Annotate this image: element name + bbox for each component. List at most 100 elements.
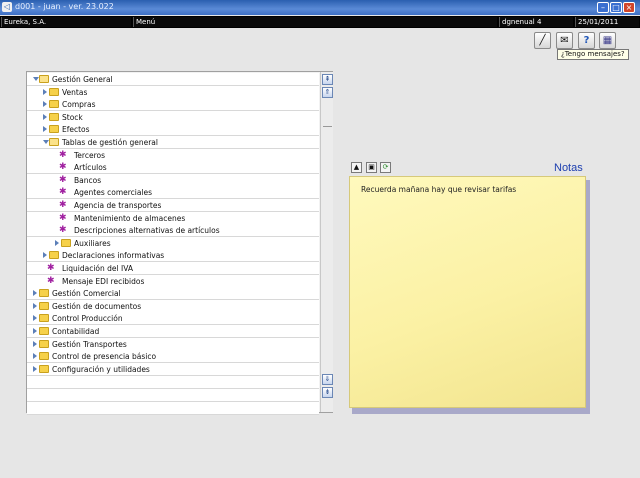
messages-tooltip: ¿Tengo mensajes? xyxy=(557,49,629,60)
navigation-tree: Gestión General Ventas Compras Stock Efectos… xyxy=(26,71,333,415)
tree-item[interactable]: Gestión de documentos xyxy=(27,299,319,313)
tree-item-label: Control Producción xyxy=(52,314,123,324)
note-save-icon[interactable]: ▣ xyxy=(366,162,377,173)
window-title: d001 - juan - ver. 23.022 xyxy=(15,2,114,11)
tree-item[interactable]: ✱ Agencia de transportes xyxy=(27,199,319,212)
expand-arrow-icon[interactable] xyxy=(55,239,59,246)
folder-icon xyxy=(39,327,49,335)
menu-option-icon: ✱ xyxy=(59,200,67,210)
folder-icon xyxy=(49,87,59,96)
expand-arrow-icon[interactable] xyxy=(33,315,37,322)
tree-item-label: Terceros xyxy=(74,150,105,160)
folder-icon xyxy=(49,251,59,260)
tree-item[interactable]: Gestión General xyxy=(27,73,319,86)
tree-item[interactable]: Efectos xyxy=(27,123,319,137)
menu-option-icon: ✱ xyxy=(59,174,67,185)
tree-item[interactable]: ✱ Mantenimiento de almacenes xyxy=(27,211,319,225)
expand-arrow-icon[interactable] xyxy=(33,365,37,372)
maximize-button[interactable]: □ xyxy=(610,2,622,13)
tree-item[interactable]: ✱ Agentes comerciales xyxy=(27,186,319,200)
tree-item-label: Configuración y utilidades xyxy=(52,364,150,374)
menu-option-icon: ✱ xyxy=(59,225,67,236)
folder-icon xyxy=(49,100,59,109)
note-refresh-icon[interactable]: ⟳ xyxy=(380,162,391,173)
menu-label[interactable]: Menú xyxy=(133,17,497,27)
tree-item-label: Auxiliares xyxy=(74,238,111,248)
tree-item-label: Artículos xyxy=(74,163,107,173)
expand-arrow-icon[interactable] xyxy=(43,101,47,108)
tree-item-label: Descripciones alternativas de artículos xyxy=(74,226,220,236)
folder-icon xyxy=(39,301,49,310)
tree-item[interactable]: Control Producción xyxy=(27,312,319,326)
window-title-bar: ◁ d001 - juan - ver. 23.022 – □ × xyxy=(0,0,640,15)
expand-arrow-icon[interactable] xyxy=(33,290,37,297)
tree-item[interactable]: ✱ Descripciones alternativas de artículos xyxy=(27,224,319,238)
folder-icon xyxy=(61,238,71,247)
tree-empty-row xyxy=(27,401,319,415)
scroll-top-button[interactable]: ⇞ xyxy=(322,74,333,85)
expand-arrow-icon[interactable] xyxy=(33,302,37,309)
tree-item[interactable]: Stock xyxy=(27,110,319,124)
scroll-thumb[interactable] xyxy=(323,126,332,127)
tree-item-label: Gestión de documentos xyxy=(52,301,142,311)
folder-icon xyxy=(39,364,49,373)
tree-item[interactable]: Configuración y utilidades xyxy=(27,362,319,376)
scroll-bottom-button[interactable]: ⇟ xyxy=(322,387,333,398)
tree-item[interactable]: ✱ Liquidación del IVA xyxy=(27,262,319,275)
tree-item[interactable]: Contabilidad xyxy=(27,325,319,338)
close-button[interactable]: × xyxy=(623,2,635,13)
expand-arrow-icon[interactable] xyxy=(33,328,37,334)
app-icon[interactable]: ◁ xyxy=(2,2,12,12)
tree-empty-row xyxy=(27,376,319,390)
folder-icon xyxy=(49,112,59,121)
help-icon[interactable]: ? xyxy=(578,32,595,49)
tree-item[interactable]: ✱ Mensaje EDI recibidos xyxy=(27,274,319,288)
messages-icon[interactable]: ✉ xyxy=(556,32,573,49)
folder-open-icon xyxy=(39,75,49,83)
expand-arrow-icon[interactable] xyxy=(43,88,47,95)
tree-item[interactable]: ✱ Bancos xyxy=(27,173,319,187)
expand-arrow-icon[interactable] xyxy=(33,353,37,360)
wand-icon[interactable]: ╱ xyxy=(534,32,551,49)
menu-option-icon: ✱ xyxy=(59,187,67,198)
menu-option-icon: ✱ xyxy=(59,162,67,173)
tree-item-label: Contabilidad xyxy=(52,327,100,336)
folder-icon xyxy=(49,125,59,134)
tree-item[interactable]: Tablas de gestión general xyxy=(27,136,319,149)
tree-item-label: Agentes comerciales xyxy=(74,188,153,198)
calendar-icon[interactable]: ▦ xyxy=(599,32,616,49)
scroll-down-button[interactable]: ⇓ xyxy=(322,374,333,385)
company-name: Eureka, S.A. xyxy=(1,17,131,27)
tree-item-label: Control de presencia básico xyxy=(52,352,157,362)
expand-arrow-icon[interactable] xyxy=(33,340,37,347)
sticky-note[interactable]: Recuerda mañana hay que revisar tarifas xyxy=(349,176,586,408)
folder-open-icon xyxy=(49,138,59,146)
menu-option-icon: ✱ xyxy=(59,212,67,223)
tree-item[interactable]: ✱ Artículos xyxy=(27,161,319,175)
tree-item[interactable]: ✱ Terceros xyxy=(27,148,319,162)
folder-icon xyxy=(39,339,49,348)
tree-item[interactable]: Declaraciones informativas xyxy=(27,249,319,263)
note-up-icon[interactable]: ▲ xyxy=(351,162,362,173)
note-text[interactable]: Recuerda mañana hay que revisar tarifas xyxy=(361,185,516,194)
minimize-button[interactable]: – xyxy=(597,2,609,13)
tree-item[interactable]: Gestión Comercial xyxy=(27,287,319,301)
menu-option-icon: ✱ xyxy=(59,149,67,160)
tree-item-label: Bancos xyxy=(74,175,102,185)
expand-arrow-icon[interactable] xyxy=(43,113,47,120)
tree-item[interactable]: Compras xyxy=(27,98,319,112)
tree-item-label: Mensaje EDI recibidos xyxy=(62,276,145,286)
tree-item[interactable]: Gestión Transportes xyxy=(27,337,319,351)
scroll-up-button[interactable]: ⇑ xyxy=(322,87,333,98)
folder-icon xyxy=(39,314,49,323)
tree-item-label: Tablas de gestión general xyxy=(62,138,158,147)
expand-arrow-icon[interactable] xyxy=(43,126,47,133)
tree-item-label: Agencia de transportes xyxy=(74,201,162,210)
tree-item[interactable]: Ventas xyxy=(27,85,319,99)
status-bar: Eureka, S.A. Menú dgnenual 4 25/01/2011 xyxy=(0,16,640,28)
tree-item-label: Gestión Transportes xyxy=(52,339,127,349)
tree-item[interactable]: Auxiliares xyxy=(27,236,319,250)
tree-item[interactable]: Control de presencia básico xyxy=(27,350,319,364)
expand-arrow-icon[interactable] xyxy=(43,252,47,259)
tree-scrollbar[interactable]: ⇞ ⇑ ⇓ ⇟ xyxy=(320,72,333,412)
